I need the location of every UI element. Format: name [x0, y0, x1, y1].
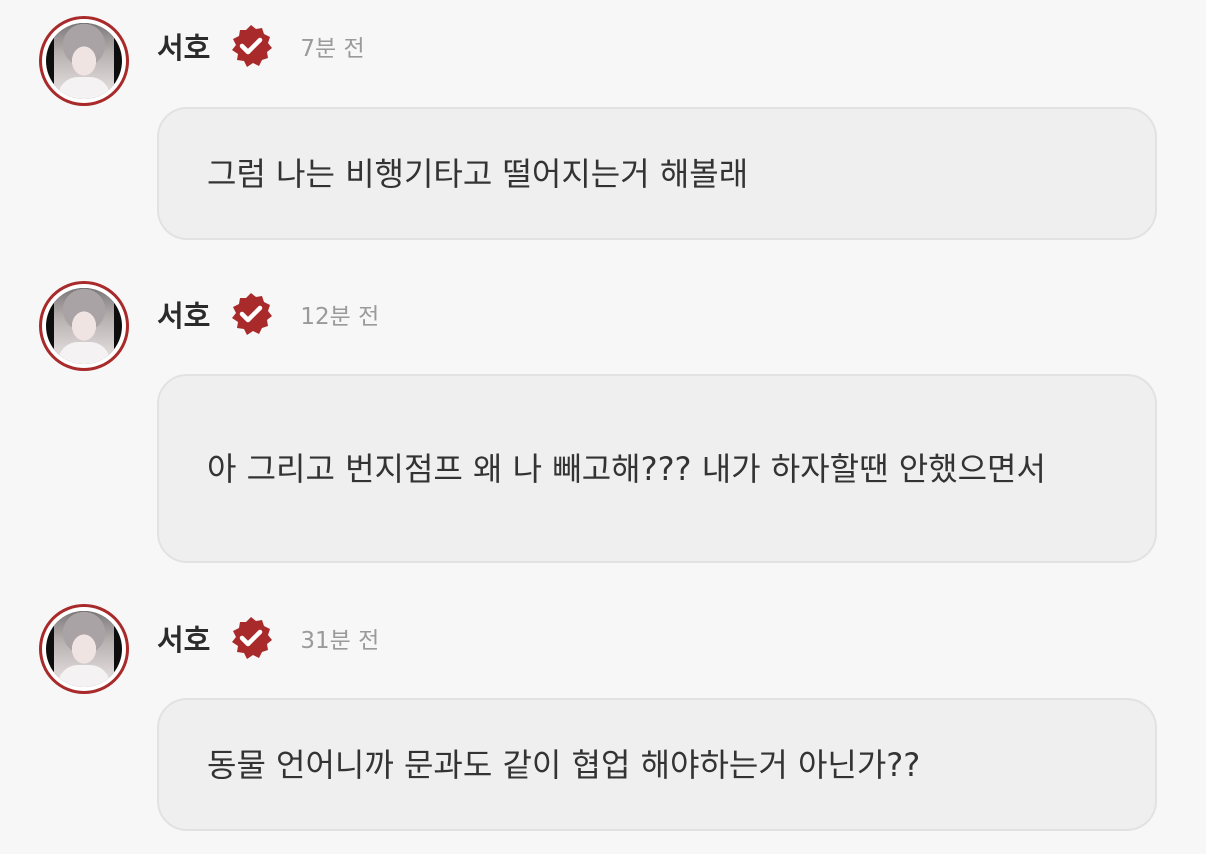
message-header: 서호 31분 전 — [157, 617, 380, 659]
avatar-image — [46, 23, 122, 99]
message-bubble: 아 그리고 번지점프 왜 나 빼고해??? 내가 하자할땐 안했으면서 — [157, 374, 1157, 563]
message-time: 7분 전 — [300, 36, 365, 62]
author-name[interactable]: 서호 — [157, 293, 210, 335]
message-text: 아 그리고 번지점프 왜 나 빼고해??? 내가 하자할땐 안했으면서 — [207, 449, 1046, 488]
avatar-photo — [54, 288, 114, 364]
message-bubble: 그럼 나는 비행기타고 떨어지는거 해볼래 — [157, 107, 1157, 240]
message-header: 서호 12분 전 — [157, 293, 380, 335]
avatar-photo — [54, 611, 114, 687]
avatar[interactable] — [39, 16, 129, 106]
avatar[interactable] — [39, 604, 129, 694]
avatar-photo — [54, 23, 114, 99]
message-header: 서호 7분 전 — [157, 25, 365, 67]
message-text: 그럼 나는 비행기타고 떨어지는거 해볼래 — [207, 154, 749, 193]
message-text: 동물 언어니까 문과도 같이 협업 해야하는거 아닌가?? — [207, 745, 921, 784]
avatar-image — [46, 288, 122, 364]
verified-badge-icon — [232, 293, 273, 335]
message-time: 31분 전 — [300, 628, 380, 654]
verified-badge-icon — [232, 25, 273, 67]
verified-badge-icon — [232, 617, 273, 659]
author-name[interactable]: 서호 — [157, 25, 210, 67]
message-bubble: 동물 언어니까 문과도 같이 협업 해야하는거 아닌가?? — [157, 698, 1157, 831]
avatar[interactable] — [39, 281, 129, 371]
author-name[interactable]: 서호 — [157, 617, 210, 659]
avatar-image — [46, 611, 122, 687]
message-time: 12분 전 — [300, 304, 380, 330]
